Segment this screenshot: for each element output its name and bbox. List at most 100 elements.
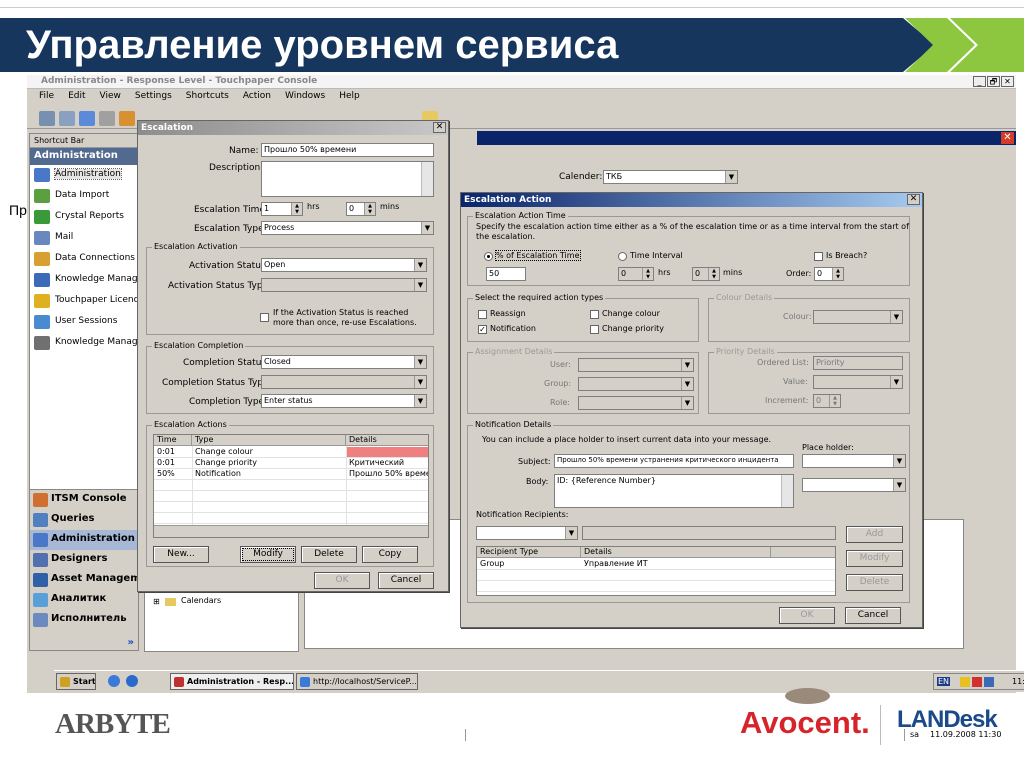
column-header-time[interactable]: Time — [154, 435, 192, 446]
escalation-dialog-titlebar[interactable]: Escalation ✕ — [138, 121, 448, 135]
completion-status-type-select[interactable]: ▼ — [261, 375, 427, 389]
print-icon[interactable] — [99, 111, 115, 126]
chevron-down-icon[interactable]: ▼ — [890, 376, 902, 388]
close-document-icon[interactable]: ✕ — [1001, 132, 1014, 144]
chevron-down-icon[interactable]: ▼ — [421, 222, 433, 234]
nav-item[interactable]: Исполнитель — [30, 610, 138, 630]
ordered-list-input[interactable]: Priority — [813, 356, 903, 370]
sidebar-item[interactable]: Data Connections — [30, 249, 138, 270]
escalation-action-dialog-titlebar[interactable]: Escalation Action ✕ — [461, 193, 922, 207]
chevron-down-icon[interactable]: ▼ — [414, 376, 426, 388]
change-colour-checkbox[interactable] — [590, 310, 599, 319]
notification-checkbox[interactable]: ✓ — [478, 325, 487, 334]
column-header-details[interactable]: Details — [346, 435, 428, 446]
nav-item[interactable]: Administration — [30, 530, 138, 550]
escalation-type-select[interactable]: Process ▼ — [261, 221, 434, 235]
chevron-down-icon[interactable]: ▼ — [414, 259, 426, 271]
vertical-scrollbar[interactable] — [781, 475, 793, 507]
interval-minutes-stepper[interactable]: 0 ▲ ▼ — [692, 267, 720, 281]
user-select[interactable]: ▼ — [578, 358, 694, 372]
sidebar-item[interactable]: Data Import — [30, 186, 138, 207]
order-stepper[interactable]: 0 ▲ ▼ — [814, 267, 844, 281]
spin-arrows-icon[interactable]: ▲ ▼ — [642, 268, 653, 280]
delete-recipient-button[interactable]: Delete — [846, 574, 903, 591]
chevron-down-icon[interactable]: ▼ — [414, 395, 426, 407]
menu-file[interactable]: File — [39, 91, 54, 105]
chevron-down-icon[interactable]: ▼ — [565, 527, 577, 539]
shield-icon[interactable] — [960, 677, 970, 687]
spin-arrows-icon[interactable]: ▲ ▼ — [364, 203, 375, 215]
task-browser[interactable]: http://localhost/ServiceP... — [296, 673, 418, 690]
close-icon[interactable]: ✕ — [907, 194, 920, 205]
spin-arrows-icon[interactable]: ▲ ▼ — [708, 268, 719, 280]
chevron-down-icon[interactable]: ▼ — [725, 171, 737, 183]
save-icon[interactable] — [39, 111, 55, 126]
menu-windows[interactable]: Windows — [285, 91, 325, 105]
chevron-down-icon[interactable]: ▼ — [414, 356, 426, 368]
home-icon[interactable] — [79, 111, 95, 126]
ie-icon[interactable] — [126, 675, 138, 687]
role-select[interactable]: ▼ — [578, 396, 694, 410]
start-button[interactable]: Start — [56, 673, 96, 690]
modify-recipient-button[interactable]: Modify — [846, 550, 903, 567]
interval-hours-stepper[interactable]: 0 ▲ ▼ — [618, 267, 654, 281]
tree-expander[interactable]: ⊞ — [153, 597, 160, 606]
minutes-stepper[interactable]: 0 ▲ ▼ — [346, 202, 376, 216]
calendar-select[interactable]: ТКБ ▼ — [603, 170, 738, 184]
menu-settings[interactable]: Settings — [135, 91, 172, 105]
desktop-icon[interactable] — [108, 675, 120, 687]
sidebar-item[interactable]: Knowledge Manage — [30, 333, 138, 354]
subject-placeholder-select[interactable]: ▼ — [802, 454, 906, 468]
nav-item[interactable]: Queries — [30, 510, 138, 530]
chevron-down-icon[interactable]: ▼ — [893, 455, 905, 467]
chevron-down-icon[interactable]: ▼ — [681, 397, 693, 409]
security-icon[interactable] — [972, 677, 982, 687]
close-button[interactable]: ✕ — [1001, 76, 1014, 87]
users-icon[interactable] — [119, 111, 135, 126]
column-header-details[interactable]: Details — [581, 547, 771, 558]
minimize-button[interactable]: _ — [973, 76, 986, 87]
time-interval-radio[interactable] — [618, 252, 627, 261]
column-header-type[interactable]: Type — [192, 435, 346, 446]
reassign-checkbox[interactable] — [478, 310, 487, 319]
language-indicator[interactable]: EN — [937, 677, 951, 686]
restore-button[interactable]: 🗗 — [987, 76, 1000, 87]
increment-stepper[interactable]: 0 ▲ ▼ — [813, 394, 841, 408]
percent-value-input[interactable]: 50 — [486, 267, 526, 281]
task-administration[interactable]: Administration - Resp... — [170, 673, 294, 690]
reuse-escalations-checkbox[interactable] — [260, 313, 269, 322]
menu-edit[interactable]: Edit — [68, 91, 85, 105]
spin-arrows-icon[interactable]: ▲ ▼ — [829, 395, 840, 407]
priority-value-select[interactable]: ▼ — [813, 375, 903, 389]
cancel-button[interactable]: Cancel — [378, 572, 434, 589]
add-recipient-button[interactable]: Add — [846, 526, 903, 543]
chevron-down-icon[interactable]: ▼ — [893, 479, 905, 491]
completion-status-select[interactable]: Closed ▼ — [261, 355, 427, 369]
recipient-details-input[interactable] — [582, 526, 836, 540]
nav-item[interactable]: Аналитик — [30, 590, 138, 610]
chevron-down-icon[interactable]: ▼ — [681, 359, 693, 371]
delete-action-button[interactable]: Delete — [301, 546, 357, 563]
window-titlebar[interactable]: Administration - Response Level - Touchp… — [27, 75, 1016, 89]
body-input[interactable]: ID: {Reference Number} — [554, 474, 794, 508]
save-all-icon[interactable] — [59, 111, 75, 126]
nav-item[interactable]: Designers — [30, 550, 138, 570]
menu-help[interactable]: Help — [339, 91, 360, 105]
chevron-down-icon[interactable]: ▼ — [890, 311, 902, 323]
horizontal-scrollbar[interactable] — [154, 525, 428, 537]
sidebar-item[interactable]: Administration — [30, 165, 138, 186]
percent-time-radio[interactable] — [484, 252, 493, 261]
colour-select[interactable]: ▼ — [813, 310, 903, 324]
ok-button[interactable]: OK — [779, 607, 835, 624]
close-icon[interactable]: ✕ — [433, 122, 446, 133]
recipient-type-select[interactable]: ▼ — [476, 526, 578, 540]
chevron-down-icon[interactable]: ▼ — [681, 378, 693, 390]
menu-view[interactable]: View — [100, 91, 121, 105]
change-priority-checkbox[interactable] — [590, 325, 599, 334]
copy-action-button[interactable]: Copy — [362, 546, 418, 563]
activation-status-type-select[interactable]: ▼ — [261, 278, 427, 292]
is-breach-checkbox[interactable] — [814, 252, 823, 261]
menu-action[interactable]: Action — [243, 91, 271, 105]
sidebar-item[interactable]: Knowledge Manage — [30, 270, 138, 291]
activation-status-select[interactable]: Open ▼ — [261, 258, 427, 272]
